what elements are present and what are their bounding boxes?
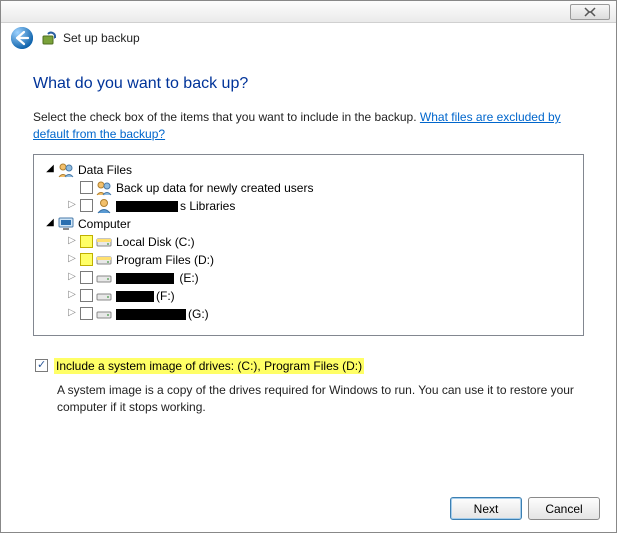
drive-icon [96, 252, 112, 268]
wizard-header: Set up backup [1, 23, 616, 53]
system-image-row: Include a system image of drives: (C:), … [33, 358, 584, 374]
checkbox[interactable] [80, 271, 93, 284]
node-label: (G:) [116, 305, 209, 323]
redacted-text [116, 309, 186, 320]
system-image-description: A system image is a copy of the drives r… [57, 382, 577, 416]
tree-node-drive-f[interactable]: ▷ (F:) [38, 287, 579, 305]
tree-node-computer[interactable]: ◢ Computer [38, 215, 579, 233]
users-icon [96, 180, 112, 196]
user-icon [96, 198, 112, 214]
tree-node-new-users[interactable]: · Back up data for newly created users [38, 179, 579, 197]
expander-icon[interactable]: ▷ [66, 290, 78, 302]
wizard-footer: Next Cancel [450, 497, 600, 520]
system-image-checkbox[interactable] [35, 359, 48, 372]
node-label: Data Files [78, 161, 132, 179]
checkbox[interactable] [80, 289, 93, 302]
backup-items-tree[interactable]: ◢ Data Files · Back up data for newly cr… [33, 154, 584, 336]
back-arrow-icon [10, 26, 34, 50]
window-chrome [1, 1, 616, 23]
cancel-button[interactable]: Cancel [528, 497, 600, 520]
users-icon [58, 162, 74, 178]
node-label: s Libraries [116, 197, 235, 215]
checkbox[interactable] [80, 235, 93, 248]
checkbox[interactable] [80, 307, 93, 320]
node-label: Local Disk (C:) [116, 233, 195, 251]
expander-icon[interactable]: ▷ [66, 308, 78, 320]
instruction-text: Select the check box of the items that y… [33, 109, 584, 144]
redacted-text [116, 273, 174, 284]
node-label: (F:) [116, 287, 175, 305]
checkbox[interactable] [80, 181, 93, 194]
system-image-label: Include a system image of drives: (C:), … [54, 358, 364, 374]
instruction-prefix: Select the check box of the items that y… [33, 110, 420, 124]
drive-icon [96, 288, 112, 304]
close-icon [584, 7, 596, 17]
next-button[interactable]: Next [450, 497, 522, 520]
expander-icon[interactable]: ◢ [44, 218, 56, 230]
redacted-text [116, 201, 178, 212]
drive-icon [96, 306, 112, 322]
page-heading: What do you want to back up? [33, 75, 584, 93]
tree-node-libraries[interactable]: ▷ s Libraries [38, 197, 579, 215]
checkbox[interactable] [80, 253, 93, 266]
backup-icon [41, 30, 57, 46]
node-label: Computer [78, 215, 131, 233]
checkbox[interactable] [80, 199, 93, 212]
node-label: Program Files (D:) [116, 251, 214, 269]
computer-icon [58, 216, 74, 232]
expander-icon[interactable]: ▷ [66, 236, 78, 248]
window-close-button[interactable] [570, 4, 610, 20]
window-title: Set up backup [63, 31, 140, 45]
tree-node-drive-e[interactable]: ▷ (E:) [38, 269, 579, 287]
node-label: (E:) [116, 269, 199, 287]
expander-icon[interactable]: ▷ [66, 272, 78, 284]
tree-node-drive-g[interactable]: ▷ (G:) [38, 305, 579, 323]
expander-icon[interactable]: ▷ [66, 200, 78, 212]
drive-icon [96, 270, 112, 286]
node-label: Back up data for newly created users [116, 179, 313, 197]
tree-node-data-files[interactable]: ◢ Data Files [38, 161, 579, 179]
content-area: What do you want to back up? Select the … [1, 53, 616, 415]
drive-icon [96, 234, 112, 250]
tree-node-local-c[interactable]: ▷ Local Disk (C:) [38, 233, 579, 251]
expander-icon[interactable]: ◢ [44, 164, 56, 176]
expander-icon[interactable]: ▷ [66, 254, 78, 266]
tree-node-program-d[interactable]: ▷ Program Files (D:) [38, 251, 579, 269]
redacted-text [116, 291, 154, 302]
back-button[interactable] [9, 25, 35, 51]
